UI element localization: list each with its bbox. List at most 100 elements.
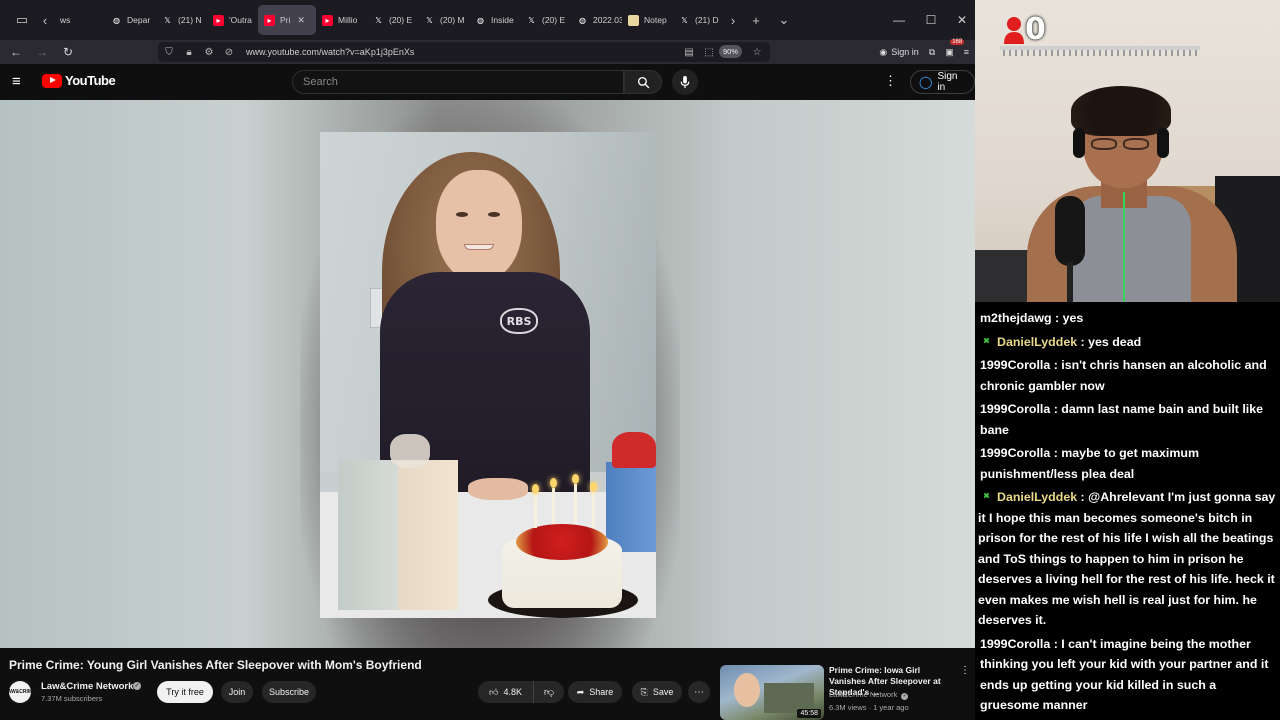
- browser-tab[interactable]: 𝕏 (21) D: [673, 5, 724, 35]
- browser-tab-label: (20) E: [389, 15, 413, 25]
- recommended-more-icon[interactable]: ⋮: [960, 665, 970, 676]
- follower-count: 0: [1025, 12, 1046, 47]
- chat-username[interactable]: m2thejdawg: [980, 311, 1052, 325]
- browser-tab[interactable]: ◍ Depar: [105, 5, 156, 35]
- zoom-level[interactable]: 90%: [718, 45, 742, 58]
- browser-tab[interactable]: Notep: [622, 5, 673, 35]
- microphone: [1055, 196, 1085, 266]
- like-button[interactable]: 👍︎ 4.8K: [478, 681, 534, 703]
- search-input[interactable]: [303, 76, 623, 88]
- browser-tab-label: 2022.03.1: [593, 15, 622, 25]
- browser-tab[interactable]: ▸ Pri ✕: [258, 5, 316, 35]
- youtube-icon: ▸: [264, 14, 275, 26]
- back-icon[interactable]: ←: [3, 41, 29, 63]
- youtube-logo[interactable]: YouTube: [42, 73, 116, 88]
- more-actions-button[interactable]: ⋯: [688, 681, 710, 703]
- browser-tab[interactable]: 𝕏 (20) E: [367, 5, 418, 35]
- app-menu-icon[interactable]: ≡: [964, 47, 969, 57]
- permissions-icon[interactable]: ⚙: [202, 47, 216, 58]
- browser-tab-label: Inside: [491, 15, 514, 25]
- dislike-button[interactable]: 👎︎: [534, 681, 564, 703]
- vip-badge-icon: [981, 334, 993, 346]
- like-dislike-group: 👍︎ 4.8K 👎︎: [478, 681, 564, 703]
- glasses-right: [1123, 138, 1149, 150]
- browser-tab[interactable]: 𝕏 (20) E: [520, 5, 571, 35]
- browser-tab-label: 'Outra: [229, 15, 252, 25]
- tabs: ws ◍ Depar 𝕏 (21) N ▸ 'Outra ▸ Pri ✕ ▸ Millio 𝕏 (20) …: [54, 5, 724, 35]
- share-arrow-icon: ➦: [576, 686, 585, 697]
- minimize-icon[interactable]: —: [883, 0, 915, 40]
- extension-badge[interactable]: ▣ 168: [945, 38, 965, 58]
- video-player[interactable]: RBS: [0, 100, 975, 648]
- share-label: Share: [589, 687, 614, 697]
- person-hair: [1071, 86, 1171, 136]
- browser-tab[interactable]: ws: [54, 5, 105, 35]
- recommended-video-meta: 6.3M views · 1 year ago: [829, 703, 909, 712]
- webcam-feed: 0: [975, 0, 1280, 302]
- youtube-icon: ▸: [322, 14, 333, 26]
- account-signin[interactable]: ◉ Sign in: [879, 47, 918, 58]
- maximize-icon[interactable]: ☐: [915, 0, 947, 40]
- navigation-bar: ← → ↻ ⛉ 🔒︎ ⚙ ⊘ www.youtube.com/watch?v=a…: [0, 38, 975, 64]
- join-button[interactable]: Join: [221, 681, 253, 703]
- address-bar[interactable]: ⛉ 🔒︎ ⚙ ⊘ www.youtube.com/watch?v=aKp1j3p…: [158, 42, 770, 62]
- chat-username[interactable]: 1999Corolla: [980, 637, 1050, 651]
- desk-equipment: [975, 250, 1035, 302]
- extensions-icon[interactable]: ⧉: [929, 47, 935, 58]
- browser-tab[interactable]: 𝕏 (20) M: [418, 5, 469, 35]
- search-box[interactable]: [292, 70, 624, 94]
- channel-name[interactable]: Law&Crime Network: [41, 681, 133, 692]
- youtube-signin-button[interactable]: ◯ Sign in: [910, 70, 975, 94]
- x-logo-icon: 𝕏: [528, 15, 535, 25]
- chat-username[interactable]: DanielLyddek: [997, 490, 1077, 504]
- recommended-video-channel[interactable]: Law&Crime Network ✓: [829, 690, 909, 700]
- close-window-icon[interactable]: ✕: [946, 0, 978, 40]
- toolbar-right: ◉ Sign in ⧉ ▣ 168 ≡: [879, 38, 969, 64]
- browser-tab[interactable]: ▸ Millio: [316, 5, 367, 35]
- tab-scroll-right-icon[interactable]: ›: [724, 6, 742, 34]
- verified-check-icon: ✓: [133, 682, 141, 690]
- browser-tab[interactable]: 𝕏 (21) N: [156, 5, 207, 35]
- url-text[interactable]: www.youtube.com/watch?v=aKp1j3pEnXs: [246, 47, 414, 57]
- chat-username[interactable]: 1999Corolla: [980, 446, 1050, 460]
- chat-username[interactable]: 1999Corolla: [980, 358, 1050, 372]
- account-signin-label: Sign in: [891, 47, 919, 57]
- hamburger-menu-icon[interactable]: ≡: [12, 73, 30, 91]
- video-frame-photo: RBS: [320, 132, 656, 618]
- reader-view-icon[interactable]: ▤: [682, 47, 696, 58]
- browser-tab[interactable]: ◍ Inside: [469, 5, 520, 35]
- globe-icon: ◍: [113, 15, 120, 25]
- tab-overview-icon[interactable]: ▭: [8, 6, 36, 34]
- share-button[interactable]: ➦ Share: [568, 681, 622, 703]
- screenshot-icon[interactable]: ⬚: [702, 47, 716, 58]
- media-blocked-icon[interactable]: ⊘: [222, 47, 236, 58]
- browser-tab-label: Millio: [338, 15, 358, 25]
- save-button[interactable]: ⎘ Save: [632, 681, 682, 703]
- subscribe-button[interactable]: Subscribe: [262, 681, 316, 703]
- forward-icon[interactable]: →: [29, 41, 55, 63]
- chat-separator: :: [1050, 358, 1062, 372]
- recommended-video-thumbnail[interactable]: 45:58: [720, 665, 824, 720]
- new-tab-icon[interactable]: +: [742, 6, 770, 34]
- lock-icon[interactable]: 🔒︎: [182, 47, 196, 58]
- try-it-free-button[interactable]: Try it free: [157, 681, 213, 703]
- browser-tab[interactable]: ◍ 2022.03.1: [571, 5, 622, 35]
- chat-username[interactable]: DanielLyddek: [997, 335, 1077, 349]
- search-button[interactable]: [624, 70, 662, 94]
- stream-chat: m2thejdawg : yes DanielLyddek : yes dead 1…: [975, 302, 1280, 720]
- channel-avatar[interactable]: LAW&CRIME: [5, 681, 35, 703]
- chat-separator: :: [1050, 402, 1062, 416]
- bookmark-star-icon[interactable]: ☆: [750, 47, 764, 58]
- browser-tab-label: ws: [60, 15, 71, 25]
- browser-tab[interactable]: ▸ 'Outra: [207, 5, 258, 35]
- tab-list-chevron-icon[interactable]: ⌄: [770, 6, 798, 34]
- close-tab-icon[interactable]: ✕: [297, 15, 305, 26]
- x-logo-icon: 𝕏: [164, 15, 171, 25]
- chat-message: 1999Corolla : I can't imagine being the …: [978, 634, 1276, 716]
- voice-search-button[interactable]: [672, 69, 698, 95]
- settings-more-icon[interactable]: ⋮: [884, 73, 897, 89]
- reload-icon[interactable]: ↻: [55, 41, 81, 63]
- shield-icon[interactable]: ⛉: [162, 47, 176, 58]
- tab-scroll-left-icon[interactable]: ‹: [36, 6, 54, 34]
- chat-username[interactable]: 1999Corolla: [980, 402, 1050, 416]
